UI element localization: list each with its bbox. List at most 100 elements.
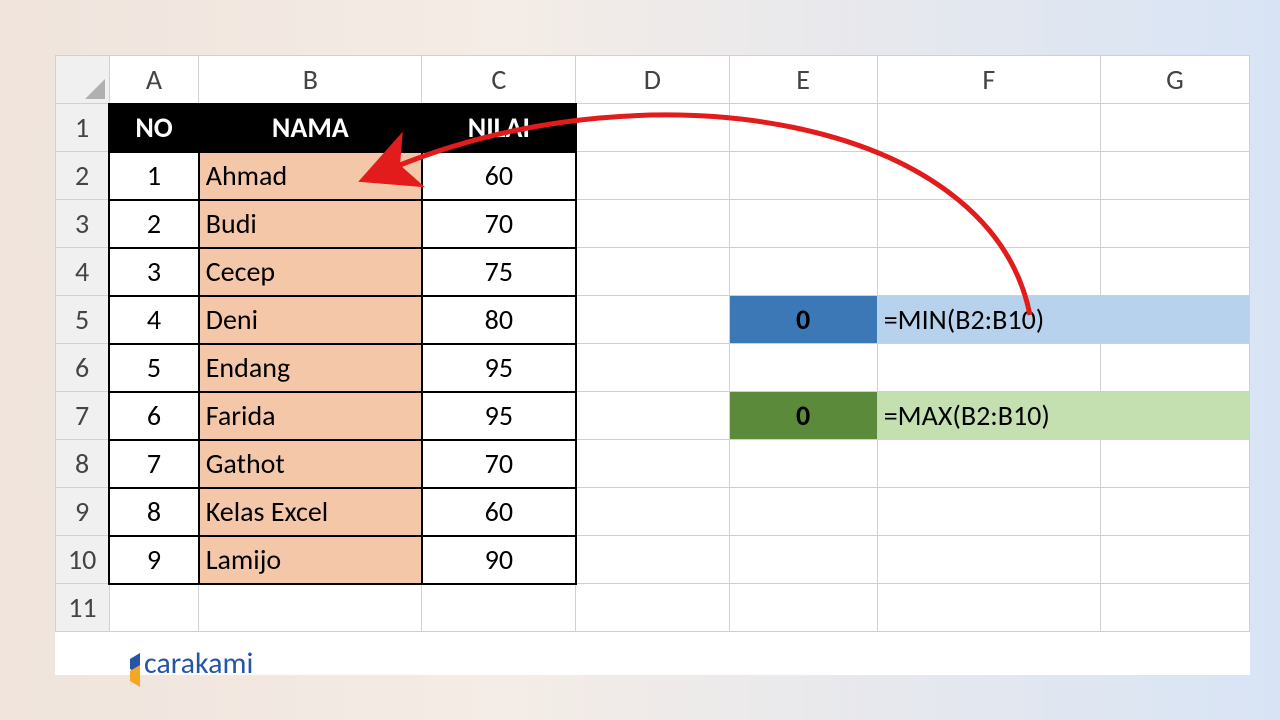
cell-F11[interactable] (877, 584, 1100, 632)
row-header-8[interactable]: 8 (56, 440, 110, 488)
cell-D8[interactable] (576, 440, 729, 488)
cell-A5[interactable]: 4 (109, 296, 198, 344)
cell-A1[interactable]: NO (109, 104, 198, 152)
row-header-6[interactable]: 6 (56, 344, 110, 392)
row-header-4[interactable]: 4 (56, 248, 110, 296)
cell-F5-min-formula[interactable]: =MIN(B2:B10) (877, 296, 1249, 344)
row-header-7[interactable]: 7 (56, 392, 110, 440)
cell-G6[interactable] (1100, 344, 1249, 392)
cell-G4[interactable] (1100, 248, 1249, 296)
col-header-A[interactable]: A (109, 56, 198, 104)
cell-B1[interactable]: NAMA (199, 104, 422, 152)
cell-B4[interactable]: Cecep (199, 248, 422, 296)
column-header-row: A B C D E F G (56, 56, 1250, 104)
cell-C7[interactable]: 95 (422, 392, 576, 440)
cell-D2[interactable] (576, 152, 729, 200)
cell-B3[interactable]: Budi (199, 200, 422, 248)
col-header-G[interactable]: G (1100, 56, 1249, 104)
cell-D9[interactable] (576, 488, 729, 536)
cell-G9[interactable] (1100, 488, 1249, 536)
cell-A11[interactable] (109, 584, 198, 632)
cell-B2[interactable]: Ahmad (199, 152, 422, 200)
col-header-D[interactable]: D (576, 56, 729, 104)
cell-A9[interactable]: 8 (109, 488, 198, 536)
cell-E4[interactable] (729, 248, 877, 296)
cell-G2[interactable] (1100, 152, 1249, 200)
cell-C5[interactable]: 80 (422, 296, 576, 344)
cell-C2[interactable]: 60 (422, 152, 576, 200)
col-header-F[interactable]: F (877, 56, 1100, 104)
cell-D7[interactable] (576, 392, 729, 440)
cell-C9[interactable]: 60 (422, 488, 576, 536)
brand-logo-icon (112, 651, 138, 677)
cell-E3[interactable] (729, 200, 877, 248)
cell-A6[interactable]: 5 (109, 344, 198, 392)
row-header-10[interactable]: 10 (56, 536, 110, 584)
cell-A3[interactable]: 2 (109, 200, 198, 248)
cell-B11[interactable] (199, 584, 422, 632)
cell-E1[interactable] (729, 104, 877, 152)
cell-B5[interactable]: Deni (199, 296, 422, 344)
cell-D11[interactable] (576, 584, 729, 632)
cell-A10[interactable]: 9 (109, 536, 198, 584)
cell-D3[interactable] (576, 200, 729, 248)
cell-F6[interactable] (877, 344, 1100, 392)
cell-C3[interactable]: 70 (422, 200, 576, 248)
cell-E2[interactable] (729, 152, 877, 200)
cell-F10[interactable] (877, 536, 1100, 584)
cell-C8[interactable]: 70 (422, 440, 576, 488)
cell-E8[interactable] (729, 440, 877, 488)
cell-A7[interactable]: 6 (109, 392, 198, 440)
cell-E6[interactable] (729, 344, 877, 392)
cell-G8[interactable] (1100, 440, 1249, 488)
spreadsheet[interactable]: A B C D E F G 1 NO NAMA NILAI 2 1 Ahmad … (55, 55, 1250, 675)
cell-D5[interactable] (576, 296, 729, 344)
cell-C10[interactable]: 90 (422, 536, 576, 584)
cell-A8[interactable]: 7 (109, 440, 198, 488)
cell-F7-max-formula[interactable]: =MAX(B2:B10) (877, 392, 1249, 440)
cell-C6[interactable]: 95 (422, 344, 576, 392)
cell-E5-min-result[interactable]: 0 (729, 296, 877, 344)
col-header-C[interactable]: C (422, 56, 576, 104)
cell-B10[interactable]: Lamijo (199, 536, 422, 584)
cell-C1[interactable]: NILAI (422, 104, 576, 152)
cell-B6[interactable]: Endang (199, 344, 422, 392)
row-header-5[interactable]: 5 (56, 296, 110, 344)
cell-C4[interactable]: 75 (422, 248, 576, 296)
cell-E7-max-result[interactable]: 0 (729, 392, 877, 440)
cell-G11[interactable] (1100, 584, 1249, 632)
cell-E11[interactable] (729, 584, 877, 632)
row-header-2[interactable]: 2 (56, 152, 110, 200)
cell-F2[interactable] (877, 152, 1100, 200)
cell-D4[interactable] (576, 248, 729, 296)
row-header-9[interactable]: 9 (56, 488, 110, 536)
cell-F4[interactable] (877, 248, 1100, 296)
col-header-B[interactable]: B (199, 56, 422, 104)
row-header-11[interactable]: 11 (56, 584, 110, 632)
cell-D1[interactable] (576, 104, 729, 152)
cell-F9[interactable] (877, 488, 1100, 536)
cell-F1[interactable] (877, 104, 1100, 152)
cell-D6[interactable] (576, 344, 729, 392)
brand-logo: carakami (112, 645, 253, 682)
cell-E9[interactable] (729, 488, 877, 536)
row-3: 3 2 Budi 70 (56, 200, 1250, 248)
cell-D10[interactable] (576, 536, 729, 584)
cell-A4[interactable]: 3 (109, 248, 198, 296)
cell-B8[interactable]: Gathot (199, 440, 422, 488)
select-all-corner[interactable] (56, 56, 110, 104)
cell-G10[interactable] (1100, 536, 1249, 584)
col-header-E[interactable]: E (729, 56, 877, 104)
cell-A2[interactable]: 1 (109, 152, 198, 200)
row-header-1[interactable]: 1 (56, 104, 110, 152)
cell-C11[interactable] (422, 584, 576, 632)
cell-B7[interactable]: Farida (199, 392, 422, 440)
row-header-3[interactable]: 3 (56, 200, 110, 248)
cell-F3[interactable] (877, 200, 1100, 248)
cell-B9[interactable]: Kelas Excel (199, 488, 422, 536)
cell-F8[interactable] (877, 440, 1100, 488)
cell-E10[interactable] (729, 536, 877, 584)
row-6: 6 5 Endang 95 (56, 344, 1250, 392)
cell-G1[interactable] (1100, 104, 1249, 152)
cell-G3[interactable] (1100, 200, 1249, 248)
